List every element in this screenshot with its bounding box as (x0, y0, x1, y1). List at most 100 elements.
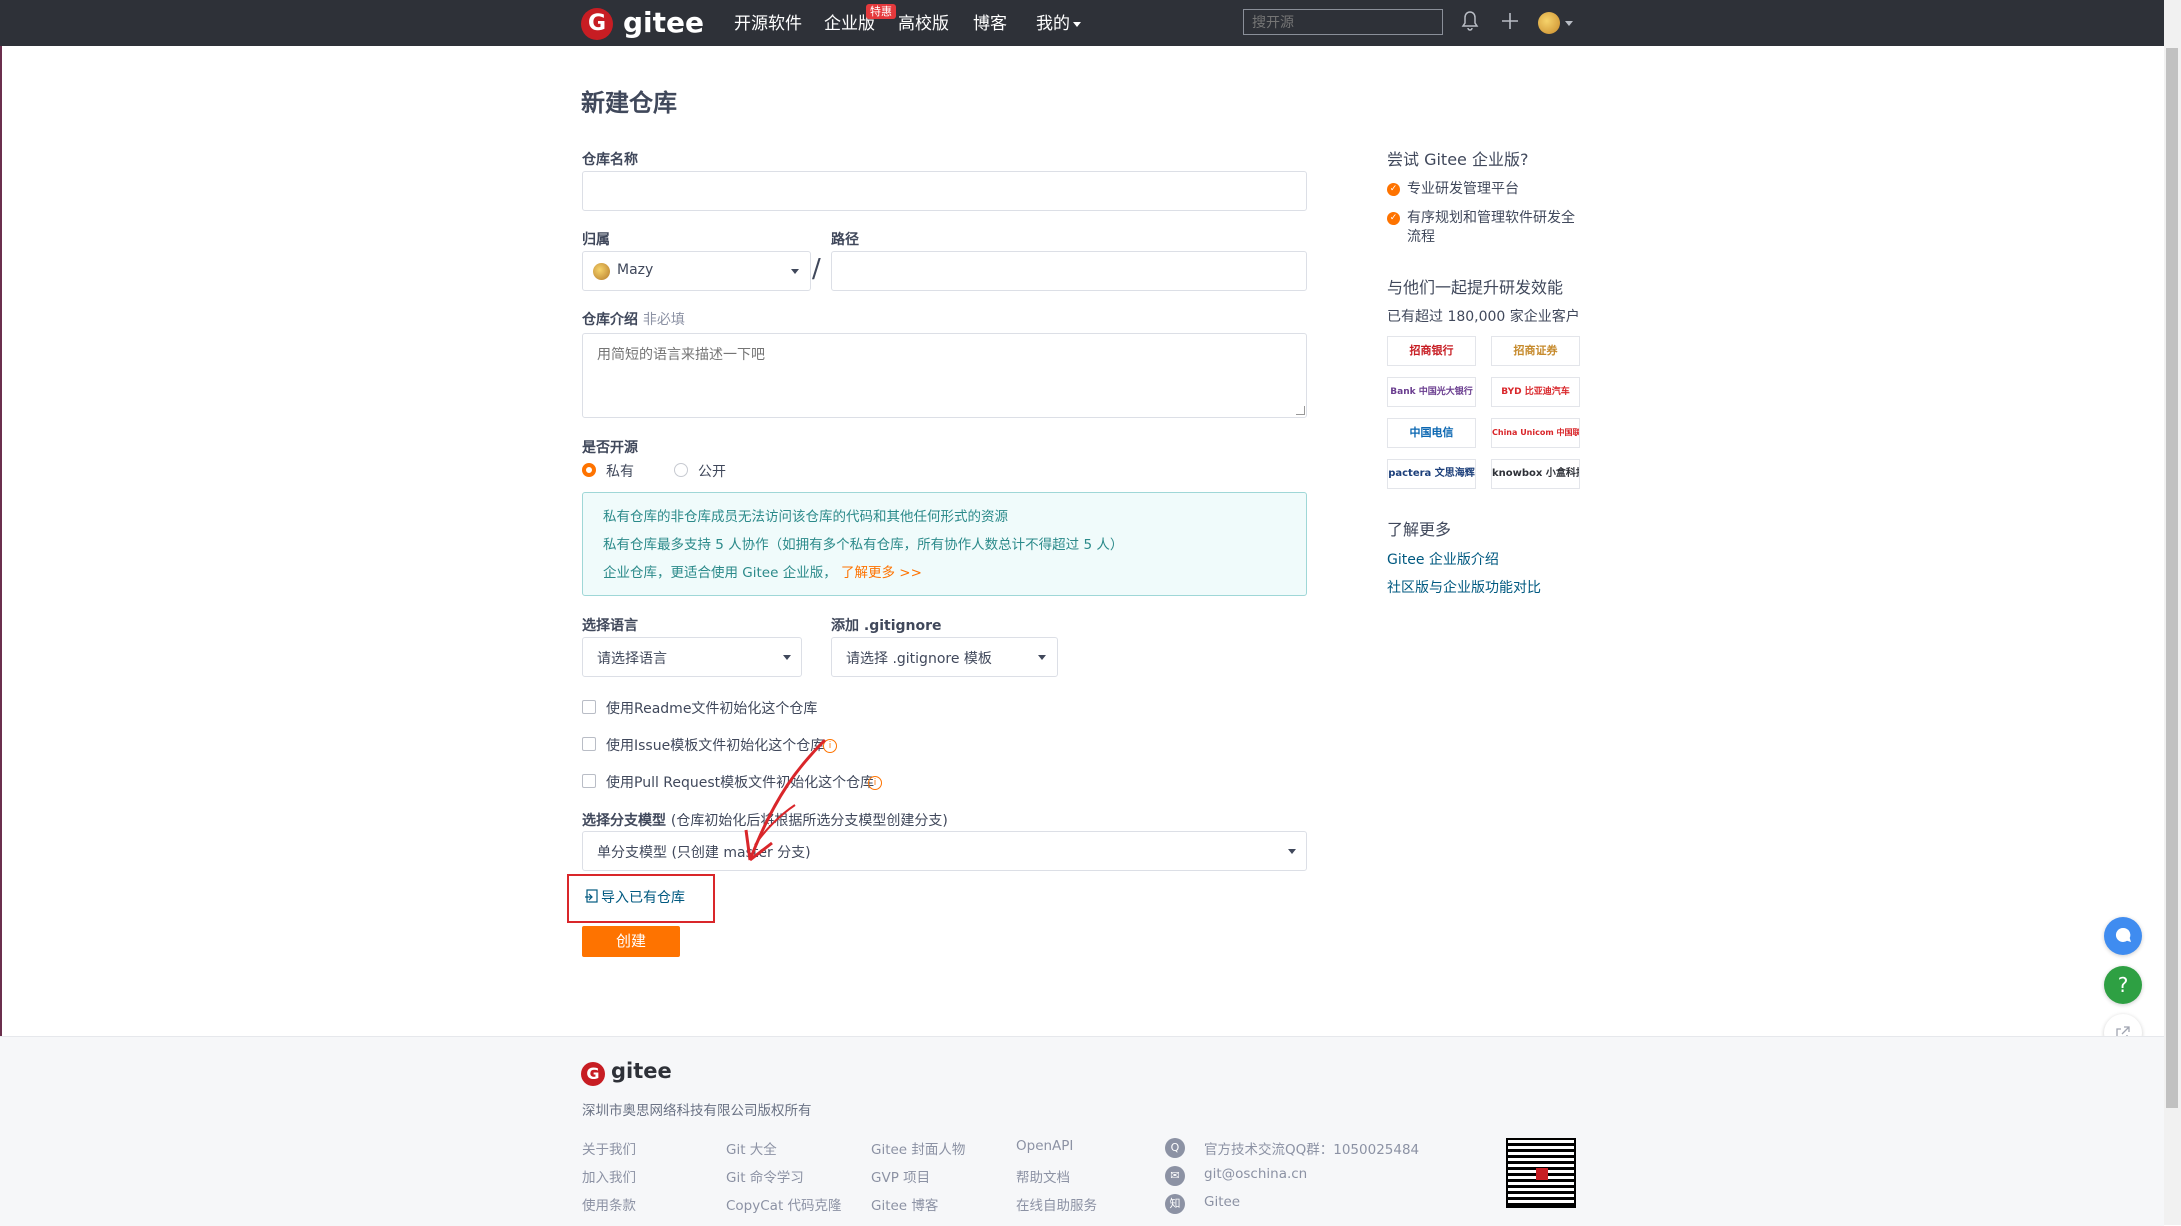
gitignore-select[interactable]: 请选择 .gitignore 模板 (831, 637, 1058, 677)
footer-link-join[interactable]: 加入我们 (582, 1166, 636, 1186)
bell-icon[interactable] (1461, 11, 1479, 36)
nav-education[interactable]: 高校版 (898, 12, 949, 36)
open-source-label: 是否开源 (582, 440, 638, 456)
desc-optional-text: 非必填 (642, 312, 685, 328)
public-radio[interactable] (674, 463, 688, 477)
chevron-down-icon (791, 269, 799, 274)
footer-qq-group[interactable]: 官方技术交流QQ群：1050025484 (1204, 1138, 1419, 1158)
gitignore-label: 添加 .gitignore (831, 618, 942, 634)
annotation-arrow (720, 735, 830, 879)
readme-checkbox-label[interactable]: 使用Readme文件初始化这个仓库 (606, 698, 817, 718)
language-value: 请选择语言 (597, 651, 667, 667)
scrollbar-thumb[interactable] (2166, 48, 2178, 1108)
nav-mine[interactable]: 我的 (1036, 12, 1081, 36)
footer-gitee-logo-icon[interactable]: G (581, 1062, 605, 1086)
owner-value: Mazy (617, 262, 654, 278)
customer-logo-pactera: pactera 文思海辉 (1387, 459, 1476, 489)
mail-icon: ✉ (1165, 1166, 1185, 1186)
avatar-icon[interactable] (1538, 12, 1560, 34)
try-enterprise-title: 尝试 Gitee 企业版? (1387, 150, 1529, 169)
customer-logo-ceb: Bank 中国光大银行 (1387, 377, 1476, 407)
chevron-down-icon (1288, 849, 1296, 854)
avatar-chevron-down-icon[interactable] (1565, 21, 1573, 26)
zhihu-icon: 知 (1165, 1194, 1185, 1214)
chat-icon[interactable] (2104, 917, 2142, 955)
branch-model-select[interactable]: 单分支模型 (只创建 master 分支) (582, 831, 1307, 871)
pr-checkbox[interactable] (582, 774, 596, 788)
company-copyright: 深圳市奥思网络科技有限公司版权所有 (582, 1103, 812, 1119)
desc-label: 仓库介绍 非必填 (582, 309, 685, 329)
customers-text: 已有超过 180,000 家企业客户 (1387, 309, 1580, 325)
resize-handle-icon[interactable] (1296, 406, 1305, 415)
chevron-down-icon (1038, 655, 1046, 660)
chevron-down-icon (1073, 21, 1081, 27)
public-radio-label[interactable]: 公开 (698, 461, 726, 481)
private-radio-label[interactable]: 私有 (606, 461, 634, 481)
plus-icon[interactable] (1500, 11, 1520, 36)
footer-email[interactable]: git@oschina.cn (1204, 1166, 1307, 1182)
annotation-highlight-box (567, 874, 715, 923)
language-label: 选择语言 (582, 618, 638, 634)
customer-logo-telecom: 中国电信 (1387, 418, 1476, 448)
footer-link-about[interactable]: 关于我们 (582, 1138, 636, 1158)
footer-logo-text[interactable]: gitee (611, 1056, 672, 1086)
footer-link-self-service[interactable]: 在线自助服务 (1016, 1194, 1097, 1214)
info-line-3: 企业仓库，更适合使用 Gitee 企业版， 了解更多 >> (603, 563, 922, 583)
footer-link-copycat[interactable]: CopyCat 代码克隆 (726, 1194, 842, 1214)
gitee-logo-icon[interactable]: G (581, 8, 613, 40)
path-separator: / (812, 254, 821, 284)
owner-avatar-icon (593, 263, 610, 280)
chevron-down-icon (783, 655, 791, 660)
search-input[interactable] (1243, 9, 1443, 35)
page-title: 新建仓库 (581, 89, 677, 117)
customer-logo-cmb: 招商银行 (1387, 336, 1476, 366)
footer-link-gvp[interactable]: GVP 项目 (871, 1166, 930, 1186)
footer-link-cover[interactable]: Gitee 封面人物 (871, 1138, 965, 1158)
nav-open-source[interactable]: 开源软件 (734, 12, 802, 36)
footer-zhihu[interactable]: Gitee (1204, 1194, 1240, 1210)
path-label: 路径 (831, 232, 859, 248)
qq-icon: Q (1165, 1138, 1185, 1158)
branch-label-text: 选择分支模型 (582, 813, 666, 829)
repo-name-input[interactable] (582, 171, 1307, 211)
together-title: 与他们一起提升研发效能 (1387, 278, 1564, 297)
gitignore-value: 请选择 .gitignore 模板 (846, 651, 992, 667)
owner-select[interactable]: Mazy (582, 251, 811, 291)
owner-label: 归属 (582, 232, 610, 248)
help-icon[interactable]: ? (2104, 966, 2142, 1004)
qrcode-center-logo (1536, 1168, 1548, 1180)
language-select[interactable]: 请选择语言 (582, 637, 802, 677)
info-icon[interactable]: i (868, 776, 882, 790)
desc-label-text: 仓库介绍 (582, 312, 638, 328)
enterprise-intro-link[interactable]: Gitee 企业版介绍 (1387, 549, 1499, 569)
check-icon: ✓ (1387, 212, 1400, 225)
nav-mine-label: 我的 (1036, 14, 1070, 34)
footer-link-openapi[interactable]: OpenAPI (1016, 1138, 1073, 1154)
footer-link-git-learn[interactable]: Git 命令学习 (726, 1166, 804, 1186)
info-line-1: 私有仓库的非仓库成员无法访问该仓库的代码和其他任何形式的资源 (603, 509, 1008, 525)
footer-link-git-all[interactable]: Git 大全 (726, 1138, 777, 1158)
nav-blog[interactable]: 博客 (973, 12, 1007, 36)
desc-textarea[interactable] (582, 333, 1307, 418)
readme-checkbox[interactable] (582, 700, 596, 714)
feature-1: 专业研发管理平台 (1407, 181, 1519, 197)
check-icon: ✓ (1387, 183, 1400, 196)
footer-link-terms[interactable]: 使用条款 (582, 1194, 636, 1214)
edition-compare-link[interactable]: 社区版与企业版功能对比 (1387, 577, 1541, 597)
issue-checkbox[interactable] (582, 737, 596, 751)
customer-logo-cms: 招商证券 (1491, 336, 1580, 366)
gitee-logo-text[interactable]: gitee (623, 4, 704, 42)
learn-more-link[interactable]: 了解更多 >> (841, 565, 922, 581)
repo-name-label: 仓库名称 (582, 152, 638, 168)
feature-2: 有序规划和管理软件研发全流程 (1407, 210, 1575, 245)
info-line-2: 私有仓库最多支持 5 人协作（如拥有多个私有仓库，所有协作人数总计不得超过 5 … (603, 537, 1124, 553)
private-radio[interactable] (582, 463, 596, 477)
path-input[interactable] (831, 251, 1307, 291)
customer-logo-unicom: China Unicom 中国联通 (1491, 418, 1580, 448)
private-info-box: 私有仓库的非仓库成员无法访问该仓库的代码和其他任何形式的资源 私有仓库最多支持 … (582, 492, 1307, 596)
customer-logo-byd: BYD 比亚迪汽车 (1491, 377, 1580, 407)
learn-more-title: 了解更多 (1387, 520, 1452, 539)
footer-link-blog[interactable]: Gitee 博客 (871, 1194, 938, 1214)
footer-link-docs[interactable]: 帮助文档 (1016, 1166, 1070, 1186)
create-button[interactable]: 创建 (582, 926, 680, 957)
